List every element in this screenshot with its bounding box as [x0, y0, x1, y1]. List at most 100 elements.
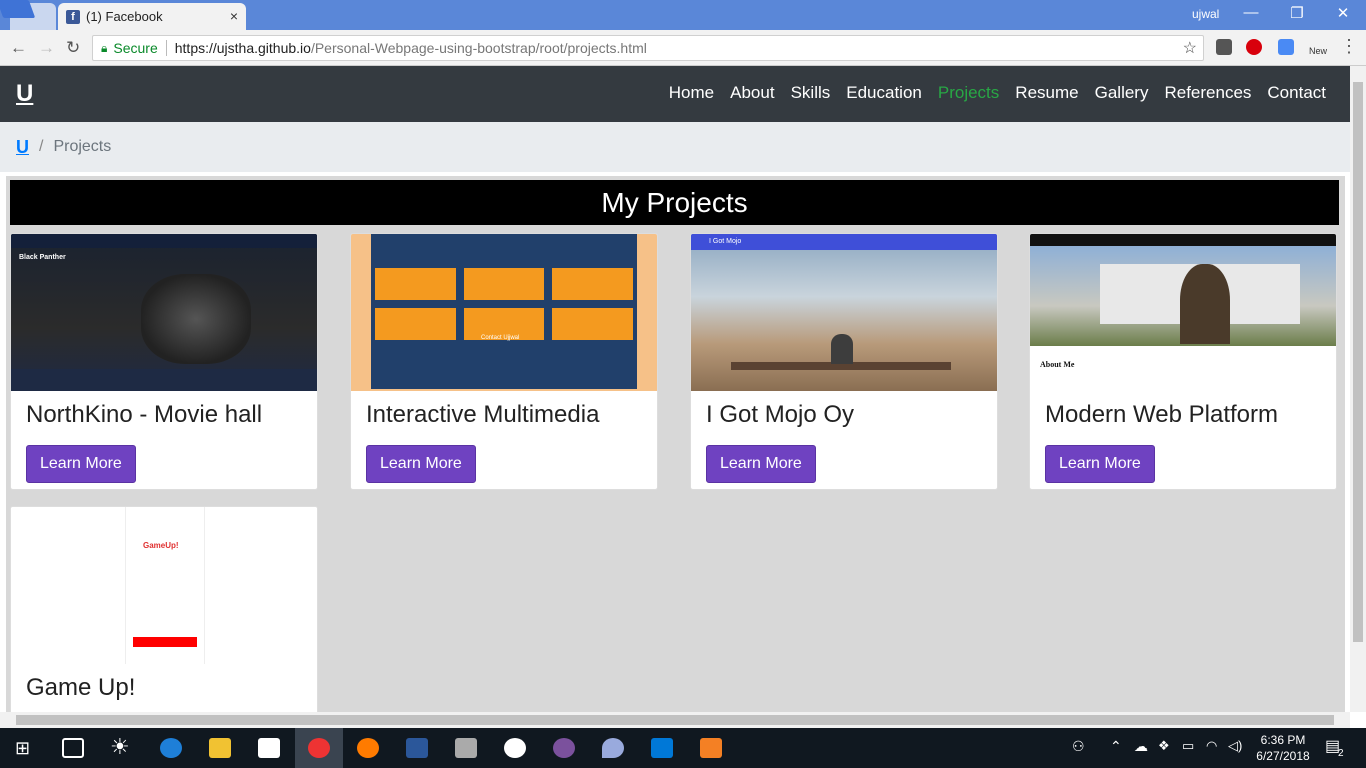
nav-home[interactable]: Home [669, 83, 714, 103]
thumb-caption: About Me [1040, 360, 1075, 369]
tray-chevron-icon[interactable]: ⌃ [1110, 738, 1122, 755]
learn-more-button[interactable]: Learn More [706, 445, 816, 483]
notification-count: 2 [1338, 748, 1344, 759]
nav-about[interactable]: About [730, 83, 774, 103]
extension-translate-icon[interactable] [1278, 39, 1294, 55]
nav-education[interactable]: Education [846, 83, 922, 103]
file-explorer-icon[interactable] [209, 738, 231, 758]
brand-logo[interactable]: U [16, 80, 33, 108]
people-icon[interactable]: ⚇ [1072, 738, 1085, 755]
project-card: About Me Modern Web Platform Learn More [1029, 233, 1337, 490]
thumb-caption: I Got Mojo [709, 238, 742, 245]
card-title: I Got Mojo Oy [706, 401, 855, 428]
clock-date: 6/27/2018 [1256, 749, 1310, 763]
close-window-button[interactable]: ✕ [1328, 4, 1358, 22]
back-arrow-icon[interactable]: ← [10, 38, 27, 58]
maximize-button[interactable]: ❐ [1282, 4, 1312, 22]
reload-icon[interactable]: ↻ [66, 38, 80, 58]
volume-icon[interactable]: ◁) [1228, 738, 1242, 754]
learn-more-button[interactable]: Learn More [26, 445, 136, 483]
project-thumbnail[interactable]: I Got Mojo [691, 234, 997, 391]
horizontal-scroll-thumb[interactable] [16, 715, 1334, 725]
brightness-icon[interactable]: ☀ [110, 734, 130, 760]
extension-evernote-icon[interactable] [1216, 39, 1232, 55]
window-titlebar: f (1) Facebook × ujwal — ❐ ✕ [0, 0, 1366, 30]
breadcrumb-current: Projects [53, 138, 112, 155]
clock-time: 6:36 PM [1260, 733, 1306, 747]
facebook-icon: f [66, 9, 80, 24]
project-card: Contact Ujjwal Interactive Multimedia Le… [350, 233, 658, 490]
extension-adblock-icon[interactable] [1246, 39, 1262, 55]
sublime-icon[interactable] [700, 738, 722, 758]
project-thumbnail[interactable]: GameUp! [11, 507, 317, 664]
nav-gallery[interactable]: Gallery [1095, 83, 1149, 103]
new-tab-button[interactable] [0, 0, 36, 18]
edge-icon[interactable] [160, 738, 182, 758]
system-clock[interactable]: 6:36 PM 6/27/2018 [1256, 732, 1310, 764]
battery-icon[interactable]: ▭ [1182, 738, 1194, 754]
vertical-scroll-thumb[interactable] [1353, 82, 1363, 642]
extension-new-badge[interactable]: New [1309, 46, 1327, 56]
dropbox-icon[interactable]: ❖ [1158, 738, 1170, 754]
card-title: NorthKino - Movie hall [26, 401, 263, 428]
page-title: My Projects [10, 180, 1339, 225]
project-card: I Got Mojo I Got Mojo Oy Learn More [690, 233, 998, 490]
address-bar[interactable]: 🔒︎ Secure https://ujstha.github.io/Perso… [92, 35, 1204, 61]
projects-section: My Projects Black Panther NorthKino - Mo… [6, 176, 1345, 716]
windows-taskbar: ⊞ ☀ ⚇ ⌃ ☁ ❖ ▭ ◠ ◁) 6:36 PM 6/27/2018 ▤ 2 [0, 728, 1366, 768]
lock-icon: 🔒︎ [101, 40, 108, 55]
vertical-scrollbar[interactable] [1350, 66, 1366, 712]
omnibox-divider [165, 40, 167, 56]
project-card: GameUp! Game Up! [10, 506, 318, 716]
nav-links: Home About Skills Education Projects Res… [669, 83, 1326, 103]
word-icon[interactable] [406, 738, 428, 758]
breadcrumb-home-link[interactable]: U [16, 137, 29, 158]
main-content: My Projects Black Panther NorthKino - Mo… [0, 172, 1350, 716]
secure-label: Secure [113, 40, 158, 56]
thumb-caption: Black Panther [19, 254, 66, 261]
menu-icon[interactable]: ⋮ [1340, 36, 1358, 57]
project-thumbnail[interactable]: Contact Ujjwal [351, 234, 657, 391]
vscode-icon[interactable] [651, 738, 673, 758]
wifi-icon[interactable]: ◠ [1206, 738, 1217, 754]
itunes-icon[interactable] [504, 738, 526, 758]
tab-close-button[interactable]: × [230, 8, 238, 24]
learn-more-button[interactable]: Learn More [1045, 445, 1155, 483]
url-host: https://ujstha.github.io [174, 40, 311, 56]
bookmark-star-icon[interactable]: ☆ [1183, 38, 1197, 58]
onedrive-icon[interactable]: ☁ [1134, 738, 1148, 755]
store-icon[interactable] [258, 738, 280, 758]
tab-facebook[interactable]: f (1) Facebook × [58, 3, 246, 30]
nav-skills[interactable]: Skills [791, 83, 831, 103]
card-title: Interactive Multimedia [366, 401, 600, 428]
nav-projects[interactable]: Projects [938, 83, 999, 103]
windows-start-icon[interactable]: ⊞ [15, 738, 30, 759]
url-path: /Personal-Webpage-using-bootstrap/root/p… [310, 40, 647, 56]
card-title: Game Up! [26, 674, 136, 701]
tab-title: (1) Facebook [86, 9, 163, 24]
project-thumbnail[interactable]: About Me [1030, 234, 1336, 391]
project-thumbnail[interactable]: Black Panther [11, 234, 317, 391]
learn-more-button[interactable]: Learn More [366, 445, 476, 483]
browser-toolbar: ← → ↻ 🔒︎ Secure https://ujstha.github.io… [0, 30, 1366, 66]
task-view-icon[interactable] [62, 738, 84, 758]
project-card: Black Panther NorthKino - Movie hall Lea… [10, 233, 318, 490]
nav-contact[interactable]: Contact [1267, 83, 1326, 103]
drop-icon[interactable] [602, 738, 624, 758]
nav-resume[interactable]: Resume [1015, 83, 1078, 103]
horizontal-scrollbar[interactable] [0, 712, 1350, 728]
app-icon[interactable] [455, 738, 477, 758]
thumb-caption: Contact Ujjwal [481, 335, 520, 341]
thumb-caption: GameUp! [143, 541, 179, 550]
minimize-button[interactable]: — [1236, 4, 1266, 21]
forward-arrow-icon[interactable]: → [38, 38, 55, 58]
firefox-icon[interactable] [357, 738, 379, 758]
viber-icon[interactable] [553, 738, 575, 758]
profile-name[interactable]: ujwal [1192, 7, 1219, 21]
card-title: Modern Web Platform [1045, 401, 1278, 428]
site-navbar: U Home About Skills Education Projects R… [0, 66, 1350, 122]
nav-references[interactable]: References [1164, 83, 1251, 103]
chrome-icon[interactable] [308, 738, 330, 758]
breadcrumb-separator: / [39, 138, 44, 155]
breadcrumb: U / Projects [0, 122, 1350, 172]
